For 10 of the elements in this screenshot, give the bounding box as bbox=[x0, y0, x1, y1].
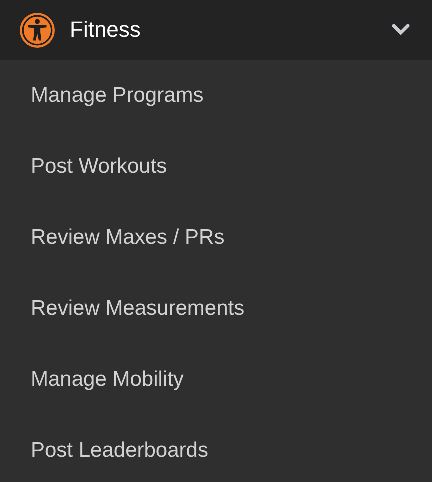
menu-header[interactable]: Fitness bbox=[0, 0, 432, 60]
chevron-icon[interactable] bbox=[392, 24, 410, 36]
menu-title: Fitness bbox=[70, 17, 142, 43]
menu-item[interactable]: Post Workouts bbox=[0, 154, 168, 180]
menu-item[interactable]: Manage Programs bbox=[0, 83, 204, 109]
menu-item[interactable]: Review Measurements bbox=[0, 296, 245, 322]
menu-item[interactable]: Manage Mobility bbox=[0, 367, 184, 393]
menu-item[interactable]: Post Leaderboards bbox=[0, 438, 208, 464]
person-icon bbox=[19, 12, 56, 48]
menu-item[interactable]: Review Maxes / PRs bbox=[0, 225, 225, 251]
